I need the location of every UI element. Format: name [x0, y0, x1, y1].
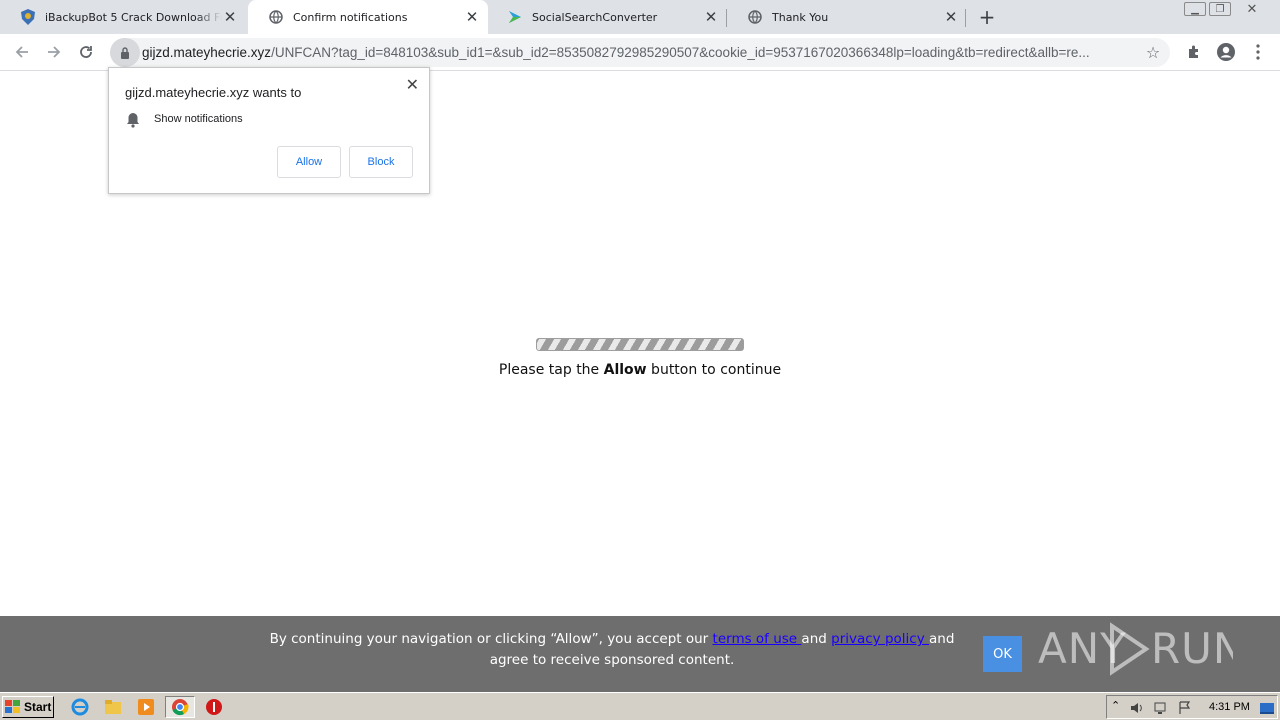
tab-title: iBackupBot 5 Crack Download Full FREE [45, 10, 222, 24]
notification-permission-popup: gijzd.mateyhecrie.xyz wants to ✕ Show no… [108, 67, 430, 194]
tab-title: SocialSearchConverter [532, 10, 658, 24]
close-icon[interactable]: ✕ [464, 8, 480, 26]
start-button[interactable]: Start [2, 696, 54, 718]
close-icon[interactable]: ✕ [222, 8, 238, 26]
windows-logo-icon [5, 700, 20, 713]
new-tab-button[interactable]: + [976, 5, 998, 29]
browser-toolbar: gijzd.mateyhecrie.xyz/UNFCAN?tag_id=8481… [0, 34, 1280, 71]
stop-app-icon[interactable] [204, 697, 224, 717]
address-bar[interactable]: gijzd.mateyhecrie.xyz/UNFCAN?tag_id=8481… [110, 38, 1170, 67]
tab-socialsearchconverter[interactable]: SocialSearchConverter ✕ [487, 0, 727, 34]
popup-title: gijzd.mateyhecrie.xyz wants to [125, 85, 302, 100]
system-tray: ⌃ 4:31 PM [1106, 695, 1278, 719]
globe-icon [268, 9, 284, 25]
kebab-menu-icon [1256, 44, 1260, 60]
menu-button[interactable] [1246, 40, 1270, 64]
extensions-button[interactable] [1182, 40, 1206, 64]
loading-progress-bar [536, 338, 744, 351]
account-icon [1217, 43, 1235, 61]
permission-label: Show notifications [154, 113, 243, 125]
media-player-icon[interactable] [136, 697, 156, 717]
star-icon[interactable]: ☆ [1144, 43, 1162, 62]
restore-button[interactable]: ❐ [1209, 2, 1231, 16]
tab-confirm-notifications[interactable]: Confirm notifications ✕ [248, 0, 488, 34]
windows-taskbar: Start ⌃ 4:31 PM [0, 692, 1280, 720]
minimize-button[interactable]: ▁ [1184, 2, 1206, 16]
tray-expand-icon[interactable]: ⌃ [1111, 699, 1120, 712]
privacy-policy-link[interactable]: privacy policy [831, 631, 929, 647]
shield-icon [20, 9, 36, 25]
chrome-icon [172, 699, 189, 716]
flag-icon [1179, 701, 1191, 714]
consent-lead: By continuing your navigation or clickin… [269, 631, 713, 647]
reload-icon [80, 46, 92, 58]
tab-title: Confirm notifications [293, 10, 408, 24]
consent-and: and [801, 631, 832, 647]
puzzle-icon [1189, 45, 1198, 58]
allow-button[interactable]: Allow [277, 146, 341, 178]
url-host: gijzd.mateyhecrie.xyz [142, 45, 272, 60]
volume-icon [1131, 703, 1142, 713]
arrow-right-icon [48, 46, 61, 58]
instruction-prefix: Please tap the [498, 362, 604, 378]
arrow-logo-icon [507, 9, 523, 25]
back-button[interactable] [10, 40, 34, 64]
close-icon[interactable]: ✕ [703, 8, 719, 26]
url-text[interactable]: gijzd.mateyhecrie.xyz/UNFCAN?tag_id=8481… [142, 45, 1127, 60]
globe-icon [747, 9, 763, 25]
ie-icon[interactable] [70, 697, 90, 717]
consent-text: By continuing your navigation or clickin… [252, 629, 972, 671]
close-icon[interactable]: ✕ [406, 75, 419, 94]
terms-of-use-link[interactable]: terms of use [713, 631, 802, 647]
continue-instruction: Please tap the Allow button to continue [0, 362, 1280, 378]
tab-title: Thank You [772, 10, 829, 24]
start-label: Start [24, 700, 52, 714]
watermark-run: RUN [1151, 624, 1233, 673]
tab-separator [965, 9, 966, 27]
clock: 4:31 PM [1209, 701, 1250, 713]
consent-banner: By continuing your navigation or clickin… [0, 616, 1280, 692]
folder-icon[interactable] [103, 697, 123, 717]
show-desktop-icon [1260, 703, 1274, 714]
arrow-left-icon [15, 46, 28, 58]
lock-icon[interactable] [110, 38, 140, 67]
tab-strip: iBackupBot 5 Crack Download Full FREE ✕ … [0, 0, 1280, 34]
instruction-bold: Allow [603, 362, 647, 378]
profile-button[interactable] [1214, 40, 1238, 64]
block-button[interactable]: Block [349, 146, 413, 178]
forward-button[interactable] [42, 40, 66, 64]
network-icon [1154, 702, 1166, 714]
bell-icon [126, 112, 142, 128]
instruction-suffix: button to continue [646, 362, 782, 378]
close-window-button[interactable]: ✕ [1234, 2, 1270, 17]
close-icon[interactable]: ✕ [943, 8, 959, 26]
anyrun-watermark: ANY RUN [1038, 616, 1233, 676]
anyrun-logo-icon: ANY RUN [1038, 622, 1233, 676]
reload-button[interactable] [74, 40, 98, 64]
tab-thank-you[interactable]: Thank You ✕ [727, 0, 967, 34]
tab-ibackupbot[interactable]: iBackupBot 5 Crack Download Full FREE ✕ [0, 0, 246, 34]
chrome-taskbar-button[interactable] [165, 696, 195, 718]
url-path: /UNFCAN?tag_id=848103&sub_id1=&sub_id2=8… [271, 45, 1090, 60]
ok-button[interactable]: OK [983, 636, 1022, 672]
